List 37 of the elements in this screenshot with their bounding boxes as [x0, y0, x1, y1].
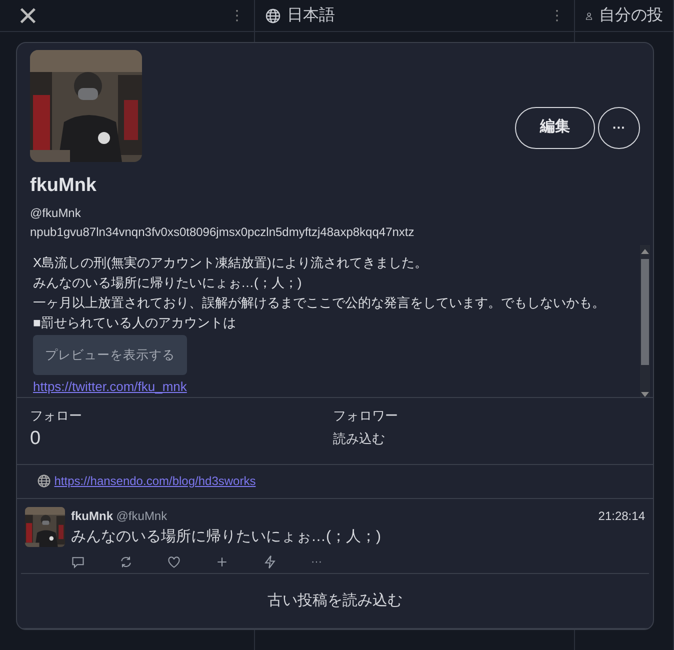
post-time: 21:28:14 [598, 508, 645, 524]
plus-icon[interactable] [215, 555, 229, 569]
bio-text: ■罰せられている人のアカウントは [33, 314, 237, 332]
kebab-menu-button[interactable]: ⋮ [230, 5, 244, 26]
bio-text: みんなのいる場所に帰りたいにょぉ…(；人；) [33, 274, 303, 292]
close-button[interactable]: × [18, 0, 38, 32]
globe-icon [37, 474, 51, 488]
load-older-button[interactable]: 古い投稿を読み込む [21, 574, 649, 628]
kebab-menu-button[interactable]: ⋮ [550, 5, 564, 26]
stat-count: 0 [30, 427, 42, 451]
stat-label: フォロワー [333, 406, 399, 424]
public-key: npub1gvu87ln34vnqn3fv0xs0t8096jmsx0pczln5dmyftzj48axp8kqq47nxtz [30, 223, 640, 241]
bio-text: 一ヶ月以上放置されており、誤解が解けるまでここで公的な発言をしています。でもしないかも。 [33, 294, 606, 312]
scrollbar[interactable] [640, 245, 650, 396]
preview-button[interactable]: プレビューを表示する [33, 335, 187, 375]
bio-text: X島流しの刑(無実のアカウント凍結放置)により流されてきました。 [33, 254, 428, 272]
profile-handle: @fkuMnk [30, 205, 82, 222]
post-handle: @fkuMnk [116, 508, 168, 524]
scroll-up-arrow-icon[interactable] [641, 249, 649, 254]
more-button[interactable]: ··· [598, 106, 640, 148]
post-text: みんなのいる場所に帰りたいにょぉ…(；人；) [71, 526, 382, 546]
lightning-icon[interactable] [263, 555, 277, 569]
stat-label: フォロー [30, 406, 83, 424]
load-link[interactable]: 読み込む [333, 429, 385, 448]
scroll-down-arrow-icon[interactable] [641, 392, 649, 396]
more-button[interactable]: ··· [311, 555, 322, 569]
column-title: 自分の投 [599, 6, 663, 26]
speech-bubble-icon[interactable] [71, 555, 85, 569]
website-link[interactable]: https://hansendo.com/blog/hd3sworks [54, 472, 256, 490]
heart-icon[interactable] [167, 555, 181, 569]
edit-button[interactable]: 編集 [514, 106, 595, 148]
post-author: fkuMnk [71, 508, 113, 524]
repost-icon[interactable] [119, 555, 133, 569]
column-title: 日本語 [287, 6, 335, 26]
globe-icon [265, 8, 281, 24]
profile-name: fkuMnk [30, 174, 98, 198]
bio-link[interactable]: https://twitter.com/fku_mnk [33, 377, 613, 396]
